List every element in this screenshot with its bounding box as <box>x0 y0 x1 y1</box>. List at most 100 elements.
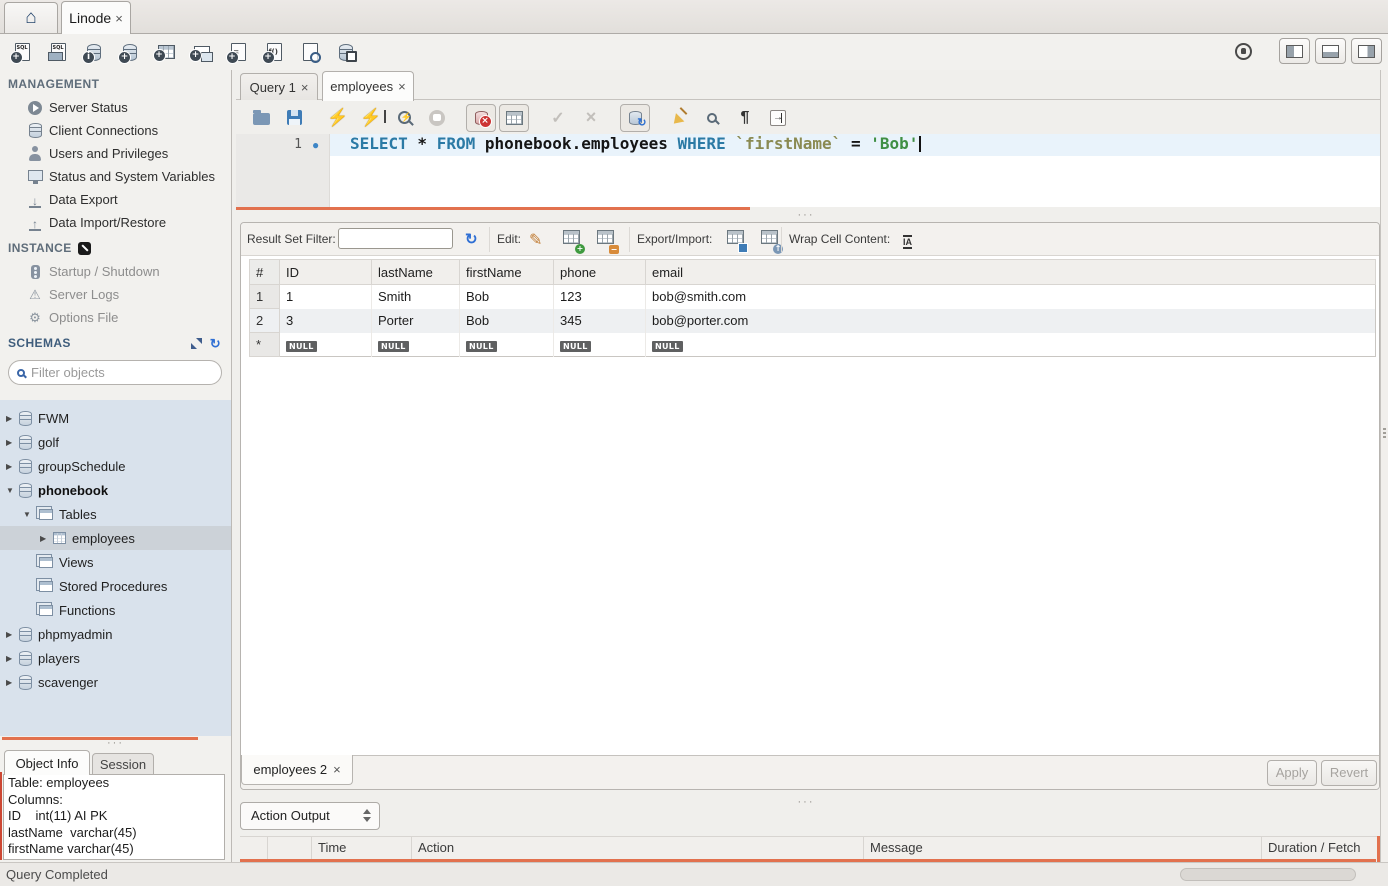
create-procedure-icon[interactable] <box>224 38 252 66</box>
sidebar-item-users-and-privileges[interactable]: Users and Privileges <box>0 142 231 165</box>
cell[interactable]: bob@porter.com <box>646 309 1376 333</box>
action-col-action[interactable]: Action <box>412 837 864 859</box>
notifications-icon[interactable] <box>1235 43 1252 60</box>
chevron-right-icon[interactable]: ▶ <box>40 534 53 543</box>
save-script-icon[interactable] <box>279 104 309 132</box>
tree-item-stored-procedures[interactable]: Stored Procedures <box>0 574 231 598</box>
add-row-icon[interactable] <box>563 230 580 249</box>
action-col-blank-0[interactable] <box>240 837 268 859</box>
beautify-sql-icon[interactable] <box>664 104 694 132</box>
sidebar-item-status-and-system-variables[interactable]: Status and System Variables <box>0 165 231 188</box>
tree-item-tables[interactable]: ▼Tables <box>0 502 231 526</box>
execute-icon[interactable] <box>323 104 353 132</box>
limit-rows-icon[interactable] <box>499 104 529 132</box>
row-number[interactable]: 1 <box>250 285 280 309</box>
new-query-tab-icon[interactable] <box>8 38 36 66</box>
cell[interactable]: NULL <box>554 333 646 357</box>
cell[interactable]: NULL <box>280 333 372 357</box>
chevron-down-icon[interactable]: ▼ <box>23 510 36 519</box>
result-tab-employees-2[interactable]: employees 2 × <box>241 755 353 785</box>
sidebar-item-server-status[interactable]: Server Status <box>0 96 231 119</box>
sidebar-splitter-handle[interactable]: ··· <box>0 737 231 746</box>
col-header-email[interactable]: email <box>646 260 1376 285</box>
tab-query1[interactable]: Query 1 × <box>240 73 318 100</box>
sidebar-item-startup-shutdown[interactable]: Startup / Shutdown <box>0 260 231 283</box>
action-col-duration-fetch[interactable]: Duration / Fetch <box>1262 837 1380 859</box>
tree-item-scavenger[interactable]: ▶scavenger <box>0 670 231 694</box>
tree-item-golf[interactable]: ▶golf <box>0 430 231 454</box>
cell[interactable]: Bob <box>460 285 554 309</box>
open-script-icon[interactable] <box>246 104 276 132</box>
tree-item-views[interactable]: Views <box>0 550 231 574</box>
refresh-schemas-icon[interactable]: ↻ <box>210 338 221 349</box>
delete-row-icon[interactable] <box>597 230 614 249</box>
execute-current-statement-icon[interactable] <box>356 104 386 132</box>
tab-session[interactable]: Session <box>92 753 154 775</box>
create-schema-icon[interactable] <box>116 38 144 66</box>
create-table-icon[interactable] <box>152 38 180 66</box>
tree-item-phpmyadmin[interactable]: ▶phpmyadmin <box>0 622 231 646</box>
toggle-stop-on-error-icon[interactable] <box>466 104 496 132</box>
tree-item-functions[interactable]: Functions <box>0 598 231 622</box>
close-icon[interactable]: × <box>301 80 309 95</box>
cell[interactable]: 123 <box>554 285 646 309</box>
create-view-icon[interactable] <box>188 38 216 66</box>
import-records-icon[interactable] <box>761 230 778 249</box>
tree-item-groupschedule[interactable]: ▶groupSchedule <box>0 454 231 478</box>
horizontal-scrollbar[interactable] <box>1180 868 1356 881</box>
row-number[interactable]: 2 <box>250 309 280 333</box>
tab-object-info[interactable]: Object Info <box>4 750 90 775</box>
toggle-right-sidebar-button[interactable] <box>1351 38 1382 64</box>
tree-item-players[interactable]: ▶players <box>0 646 231 670</box>
sidebar-item-server-logs[interactable]: Server Logs <box>0 283 231 306</box>
cell[interactable]: 3 <box>280 309 372 333</box>
cell[interactable]: 1 <box>280 285 372 309</box>
tree-item-fwm[interactable]: ▶FWM <box>0 406 231 430</box>
sidebar-item-data-export[interactable]: Data Export <box>0 188 231 211</box>
apply-button[interactable]: Apply <box>1267 760 1317 786</box>
col-header-phone[interactable]: phone <box>554 260 646 285</box>
connection-tab-linode[interactable]: Linode × <box>61 1 131 34</box>
cell[interactable]: Smith <box>372 285 460 309</box>
action-col-blank-1[interactable] <box>268 837 312 859</box>
cell[interactable]: NULL <box>646 333 1376 357</box>
chevron-right-icon[interactable]: ▶ <box>6 438 19 447</box>
close-icon[interactable]: × <box>398 79 406 94</box>
new-row-marker[interactable]: * <box>250 333 280 357</box>
toggle-left-sidebar-button[interactable] <box>1279 38 1310 64</box>
sidebar-item-options-file[interactable]: Options File <box>0 306 231 329</box>
toggle-autocommit-icon[interactable] <box>620 104 650 132</box>
explain-plan-icon[interactable] <box>389 104 419 132</box>
home-tab[interactable]: ⌂ <box>4 2 58 33</box>
wrap-cell-content-icon[interactable]: IA <box>903 232 912 250</box>
show-invisibles-icon[interactable] <box>730 104 760 132</box>
chevron-right-icon[interactable]: ▶ <box>6 654 19 663</box>
tab-employees[interactable]: employees × <box>322 71 414 101</box>
revert-button[interactable]: Revert <box>1321 760 1377 786</box>
reconnect-database-icon[interactable] <box>332 38 360 66</box>
close-icon[interactable]: × <box>115 11 123 26</box>
chevron-right-icon[interactable]: ▶ <box>6 414 19 423</box>
sql-statement[interactable]: SELECT * FROM phonebook.employees WHERE … <box>350 134 921 156</box>
refresh-results-icon[interactable]: ↻ <box>465 230 478 248</box>
find-icon[interactable] <box>697 104 727 132</box>
cell[interactable]: Porter <box>372 309 460 333</box>
open-sql-script-icon[interactable] <box>44 38 72 66</box>
action-col-time[interactable]: Time <box>312 837 412 859</box>
sidebar-item-data-import-restore[interactable]: Data Import/Restore <box>0 211 231 234</box>
action-col-message[interactable]: Message <box>864 837 1262 859</box>
wrap-text-icon[interactable] <box>763 104 793 132</box>
sidebar-item-client-connections[interactable]: Client Connections <box>0 119 231 142</box>
edit-record-icon[interactable] <box>529 230 542 250</box>
export-recordset-icon[interactable] <box>727 230 744 249</box>
cell[interactable]: Bob <box>460 309 554 333</box>
col-header-[interactable]: # <box>250 260 280 285</box>
output-selector[interactable]: Action Output <box>240 802 380 830</box>
create-function-icon[interactable] <box>260 38 288 66</box>
cell[interactable]: 345 <box>554 309 646 333</box>
result-filter-input[interactable] <box>338 228 453 249</box>
tree-item-phonebook[interactable]: ▼phonebook <box>0 478 231 502</box>
right-panel-splitter[interactable] <box>1380 70 1388 862</box>
cell[interactable]: bob@smith.com <box>646 285 1376 309</box>
chevron-down-icon[interactable]: ▼ <box>6 486 19 495</box>
